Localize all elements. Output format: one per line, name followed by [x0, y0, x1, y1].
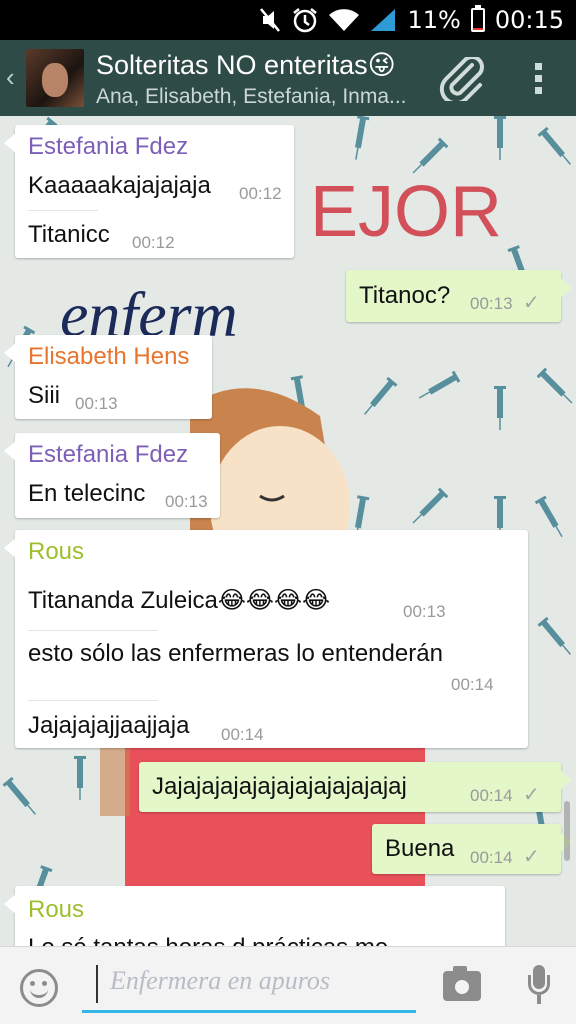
message-time: 00:14	[221, 725, 264, 744]
line-separator	[28, 210, 98, 211]
message-time: 00:13	[403, 602, 446, 621]
overflow-menu-icon[interactable]	[528, 60, 548, 96]
delivered-tick-icon: ✓	[523, 846, 540, 868]
message-bubble-incoming[interactable]: Estefania Fdez En telecinc 00:13	[4, 433, 220, 518]
line-separator	[28, 630, 158, 631]
battery-icon	[470, 5, 485, 32]
delivered-tick-icon: ✓	[523, 292, 540, 314]
message-time: 00:14	[451, 675, 494, 694]
message-time: 00:12	[239, 184, 282, 203]
message-text: Jajajajajajajajajajajajajaj	[152, 773, 407, 800]
line-separator	[28, 700, 158, 701]
svg-text:Enfermera en apuros: Enfermera en apuros	[109, 966, 330, 995]
wifi-icon	[329, 9, 360, 31]
mute-icon	[260, 8, 281, 32]
message-bubble-outgoing[interactable]: Titanoc? 00:13 ✓	[346, 270, 572, 322]
message-time: 00:12	[132, 233, 175, 252]
sender-name: Estefania Fdez	[28, 441, 189, 468]
compose-bar: Enfermera en apuros	[0, 946, 576, 1024]
microphone-icon[interactable]	[528, 965, 550, 1007]
message-text: esto sólo las enfermeras lo entenderán	[28, 640, 443, 667]
message-time: 00:14	[470, 848, 513, 867]
chat-header[interactable]: ‹ Solteritas NO enteritas😜 Ana, Elisabet…	[0, 40, 576, 116]
delivered-tick-icon: ✓	[523, 784, 540, 806]
signal-icon	[371, 9, 396, 31]
sender-name: Rous	[28, 538, 85, 565]
status-time: 00:15	[494, 6, 564, 34]
message-bubble-incoming[interactable]: Rous Titananda Zuleica😂😂😂😂 00:13 esto só…	[4, 530, 528, 748]
message-time: 00:13	[75, 394, 118, 413]
camera-icon[interactable]	[443, 966, 481, 1001]
message-text: Titananda Zuleica😂😂😂😂	[28, 587, 331, 614]
back-icon[interactable]: ‹	[6, 62, 15, 93]
message-text: Kaaaaakajajajaja	[28, 172, 211, 199]
attach-icon[interactable]	[438, 57, 486, 101]
battery-level	[472, 27, 483, 30]
chat-participants[interactable]: Ana, Elisabeth, Estefania, Inma...	[96, 85, 407, 109]
message-time: 00:13	[165, 492, 208, 511]
chat-title[interactable]: Solteritas NO enteritas😜	[96, 50, 396, 81]
message-bubble-outgoing[interactable]: Jajajajajajajajajajajajajaj 00:14 ✓	[139, 762, 572, 812]
sender-name: Estefania Fdez	[28, 133, 189, 160]
battery-percent: 11%	[407, 6, 461, 34]
message-time: 00:13	[470, 294, 513, 313]
sender-name: Rous	[28, 896, 85, 923]
message-list[interactable]: EJOR enferm Estefania Fdez Kaaaaakajajaj…	[0, 116, 576, 946]
message-bubble-incoming[interactable]: Rous Lo sé tantas horas d prácticas me	[4, 886, 505, 946]
message-text: Siii	[28, 382, 61, 409]
message-text: Jajajajajjaajjaja	[28, 712, 190, 739]
message-text: Titanicc	[28, 221, 110, 248]
alarm-icon	[293, 8, 318, 33]
message-time: 00:14	[470, 786, 513, 805]
message-text: Lo sé tantas horas d prácticas me	[28, 934, 388, 946]
message-text: Buena	[385, 835, 455, 862]
scrollbar[interactable]	[564, 801, 570, 861]
wallpaper-word-top: EJOR	[310, 172, 502, 252]
message-text: Titanoc?	[359, 282, 451, 309]
status-bar: 11% 00:15	[0, 0, 576, 40]
status-icons: 11% 00:15	[259, 0, 564, 40]
message-bubble-outgoing[interactable]: Buena 00:14 ✓	[372, 824, 572, 874]
message-bubble-incoming[interactable]: Elisabeth Hens Siii 00:13	[4, 335, 212, 419]
group-avatar[interactable]	[26, 49, 84, 107]
input-watermark: Enfermera en apuros	[109, 966, 330, 995]
text-caret	[96, 965, 98, 1003]
message-text: En telecinc	[28, 480, 146, 507]
emoji-icon[interactable]	[20, 969, 58, 1007]
message-bubble-incoming[interactable]: Estefania Fdez Kaaaaakajajajaja 00:12 Ti…	[4, 125, 294, 258]
sender-name: Elisabeth Hens	[28, 343, 190, 370]
